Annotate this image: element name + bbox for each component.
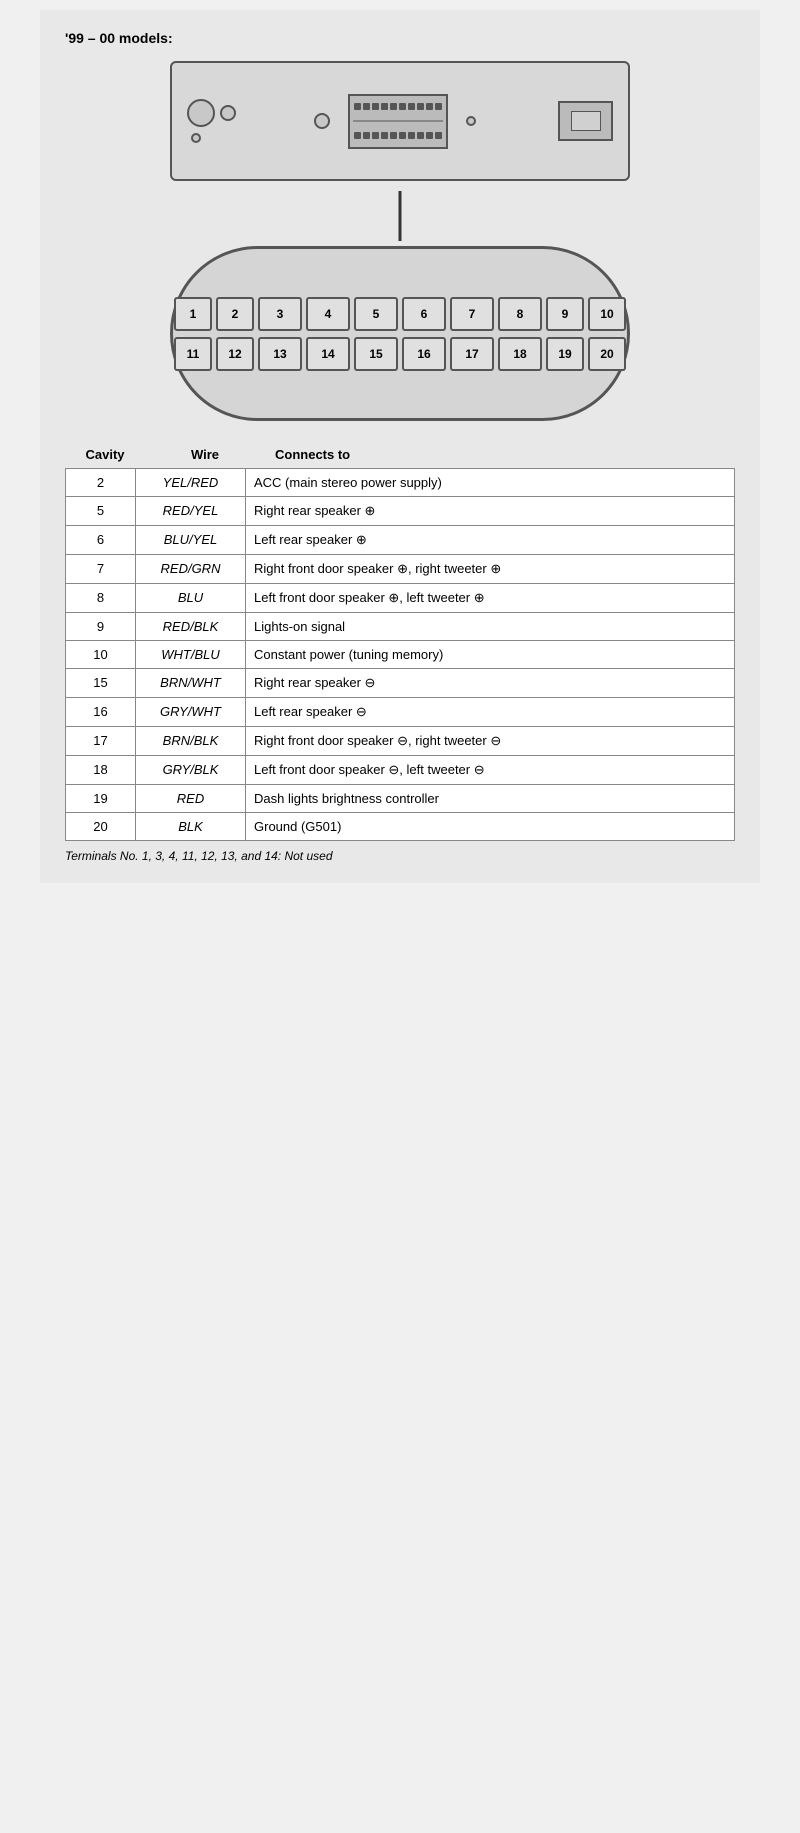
connects-cell: ACC (main stereo power supply) (246, 469, 735, 497)
pin-3: 3 (258, 297, 302, 331)
connects-cell: Left rear speaker ⊖ (246, 698, 735, 727)
cavity-cell: 9 (66, 613, 136, 641)
connects-cell: Left front door speaker ⊖, left tweeter … (246, 756, 735, 785)
connects-cell: Lights-on signal (246, 613, 735, 641)
pin-18: 18 (498, 337, 542, 371)
connects-cell: Right rear speaker ⊖ (246, 669, 735, 698)
circle-center (314, 113, 330, 129)
connects-cell: Left front door speaker ⊕, left tweeter … (246, 584, 735, 613)
connects-cell: Right front door speaker ⊖, right tweete… (246, 727, 735, 756)
circle-large (187, 99, 215, 127)
table-row: 7RED/GRNRight front door speaker ⊕, righ… (66, 555, 735, 584)
cavity-cell: 2 (66, 469, 136, 497)
connector-block (348, 94, 448, 149)
pin-16: 16 (402, 337, 446, 371)
cavity-cell: 8 (66, 584, 136, 613)
connects-cell: Right rear speaker ⊕ (246, 497, 735, 526)
header-cavity: Cavity (65, 447, 145, 462)
oval-connector-diagram: 1 2 3 4 5 6 7 8 9 10 11 12 13 14 (65, 246, 735, 421)
connects-cell: Ground (G501) (246, 813, 735, 841)
cavity-cell: 5 (66, 497, 136, 526)
wire-cell: RED (136, 785, 246, 813)
table-row: 16GRY/WHTLeft rear speaker ⊖ (66, 698, 735, 727)
connects-cell: Right front door speaker ⊕, right tweete… (246, 555, 735, 584)
pin-6: 6 (402, 297, 446, 331)
table-row: 18GRY/BLKLeft front door speaker ⊖, left… (66, 756, 735, 785)
pin-11: 11 (174, 337, 212, 371)
cavity-cell: 19 (66, 785, 136, 813)
wire-cell: YEL/RED (136, 469, 246, 497)
cavity-cell: 17 (66, 727, 136, 756)
table-row: 2YEL/REDACC (main stereo power supply) (66, 469, 735, 497)
pin-2: 2 (216, 297, 254, 331)
cavity-cell: 10 (66, 641, 136, 669)
wire-cell: RED/YEL (136, 497, 246, 526)
slot-box (558, 101, 613, 141)
circle-right-center (466, 116, 476, 126)
wiring-table: 2YEL/REDACC (main stereo power supply)5R… (65, 468, 735, 841)
wire-cell: BRN/BLK (136, 727, 246, 756)
arrow-down (65, 191, 735, 241)
table-row: 9RED/BLKLights-on signal (66, 613, 735, 641)
table-row: 17BRN/BLKRight front door speaker ⊖, rig… (66, 727, 735, 756)
table-row: 15BRN/WHTRight rear speaker ⊖ (66, 669, 735, 698)
circle-medium (220, 105, 236, 121)
pin-4: 4 (306, 297, 350, 331)
pin-17: 17 (450, 337, 494, 371)
table-row: 19REDDash lights brightness controller (66, 785, 735, 813)
connects-cell: Constant power (tuning memory) (246, 641, 735, 669)
table-row: 8BLULeft front door speaker ⊕, left twee… (66, 584, 735, 613)
cavity-cell: 6 (66, 526, 136, 555)
table-row: 10WHT/BLUConstant power (tuning memory) (66, 641, 735, 669)
connects-cell: Dash lights brightness controller (246, 785, 735, 813)
pin-19: 19 (546, 337, 584, 371)
circle-small (191, 133, 201, 143)
pin-10: 10 (588, 297, 626, 331)
table-headers: Cavity Wire Connects to (65, 441, 735, 468)
wire-cell: RED/GRN (136, 555, 246, 584)
connects-cell: Left rear speaker ⊕ (246, 526, 735, 555)
cavity-cell: 15 (66, 669, 136, 698)
wire-cell: GRY/BLK (136, 756, 246, 785)
wire-cell: RED/BLK (136, 613, 246, 641)
table-row: 20BLKGround (G501) (66, 813, 735, 841)
pin-15: 15 (354, 337, 398, 371)
pin-20: 20 (588, 337, 626, 371)
wire-cell: BRN/WHT (136, 669, 246, 698)
table-row: 6BLU/YELLeft rear speaker ⊕ (66, 526, 735, 555)
pin-14: 14 (306, 337, 350, 371)
cavity-cell: 18 (66, 756, 136, 785)
cavity-cell: 16 (66, 698, 136, 727)
footer-note: Terminals No. 1, 3, 4, 11, 12, 13, and 1… (65, 849, 735, 863)
table-row: 5RED/YELRight rear speaker ⊕ (66, 497, 735, 526)
pin-5: 5 (354, 297, 398, 331)
header-connects: Connects to (265, 447, 735, 462)
cavity-cell: 7 (66, 555, 136, 584)
wiring-table-section: Cavity Wire Connects to 2YEL/REDACC (mai… (65, 441, 735, 863)
wire-cell: BLU (136, 584, 246, 613)
cavity-cell: 20 (66, 813, 136, 841)
wire-cell: GRY/WHT (136, 698, 246, 727)
page-title: '99 – 00 models: (65, 30, 735, 46)
pin-12: 12 (216, 337, 254, 371)
wire-cell: WHT/BLU (136, 641, 246, 669)
pin-1: 1 (174, 297, 212, 331)
pin-9: 9 (546, 297, 584, 331)
pin-8: 8 (498, 297, 542, 331)
pin-7: 7 (450, 297, 494, 331)
pin-13: 13 (258, 337, 302, 371)
stereo-unit-diagram (65, 61, 735, 181)
wire-cell: BLU/YEL (136, 526, 246, 555)
header-wire: Wire (145, 447, 265, 462)
wire-cell: BLK (136, 813, 246, 841)
